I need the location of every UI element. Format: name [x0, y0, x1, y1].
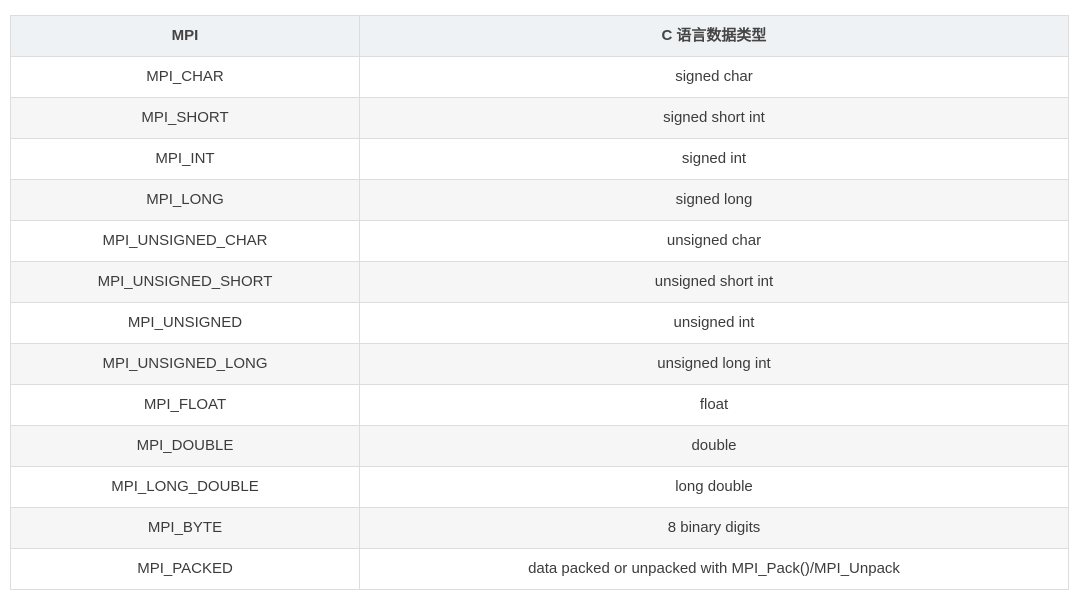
c-type-cell: signed long: [359, 179, 1069, 221]
c-type-cell: signed int: [359, 138, 1069, 180]
table-row: MPI_UNSIGNED_SHORT unsigned short int: [10, 261, 1069, 303]
column-header-c-type: C 语言数据类型: [359, 15, 1069, 57]
table-row: MPI_UNSIGNED_LONG unsigned long int: [10, 343, 1069, 385]
table-row: MPI_UNSIGNED_CHAR unsigned char: [10, 220, 1069, 262]
mpi-type-cell: MPI_DOUBLE: [10, 425, 360, 467]
c-type-cell: signed char: [359, 56, 1069, 98]
c-type-cell: long double: [359, 466, 1069, 508]
table-row: MPI_INT signed int: [10, 138, 1069, 180]
mpi-type-cell: MPI_SHORT: [10, 97, 360, 139]
c-type-cell: signed short int: [359, 97, 1069, 139]
mpi-type-cell: MPI_PACKED: [10, 548, 360, 590]
mpi-datatype-table: MPI C 语言数据类型 MPI_CHAR signed char MPI_SH…: [10, 15, 1069, 590]
table-row: MPI_UNSIGNED unsigned int: [10, 302, 1069, 344]
mpi-type-cell: MPI_INT: [10, 138, 360, 180]
mpi-type-cell: MPI_FLOAT: [10, 384, 360, 426]
table-row: MPI_CHAR signed char: [10, 56, 1069, 98]
table-header-row: MPI C 语言数据类型: [10, 15, 1069, 57]
mpi-type-cell: MPI_UNSIGNED_SHORT: [10, 261, 360, 303]
table-row: MPI_LONG_DOUBLE long double: [10, 466, 1069, 508]
table-row: MPI_FLOAT float: [10, 384, 1069, 426]
table-row: MPI_BYTE 8 binary digits: [10, 507, 1069, 549]
c-type-cell: unsigned short int: [359, 261, 1069, 303]
table-row: MPI_SHORT signed short int: [10, 97, 1069, 139]
c-type-cell: 8 binary digits: [359, 507, 1069, 549]
mpi-type-cell: MPI_UNSIGNED: [10, 302, 360, 344]
mpi-type-cell: MPI_LONG: [10, 179, 360, 221]
mpi-type-cell: MPI_LONG_DOUBLE: [10, 466, 360, 508]
mpi-type-cell: MPI_UNSIGNED_CHAR: [10, 220, 360, 262]
c-type-cell: float: [359, 384, 1069, 426]
mpi-type-cell: MPI_CHAR: [10, 56, 360, 98]
table-row: MPI_PACKED data packed or unpacked with …: [10, 548, 1069, 590]
c-type-cell: unsigned long int: [359, 343, 1069, 385]
datatype-table-container: MPI C 语言数据类型 MPI_CHAR signed char MPI_SH…: [10, 15, 1069, 590]
table-row: MPI_DOUBLE double: [10, 425, 1069, 467]
mpi-type-cell: MPI_UNSIGNED_LONG: [10, 343, 360, 385]
c-type-cell: double: [359, 425, 1069, 467]
c-type-cell: unsigned int: [359, 302, 1069, 344]
c-type-cell: unsigned char: [359, 220, 1069, 262]
c-type-cell: data packed or unpacked with MPI_Pack()/…: [359, 548, 1069, 590]
table-row: MPI_LONG signed long: [10, 179, 1069, 221]
column-header-mpi: MPI: [10, 15, 360, 57]
mpi-type-cell: MPI_BYTE: [10, 507, 360, 549]
